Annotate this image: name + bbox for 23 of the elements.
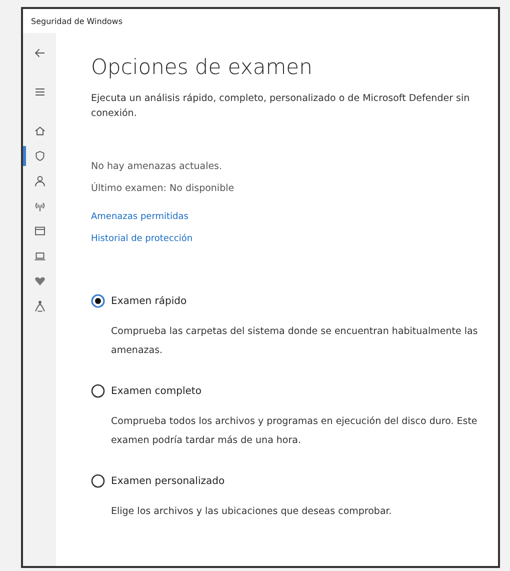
person-icon (34, 175, 46, 187)
status-text: Último examen: No disponible (91, 181, 236, 196)
heart-icon (34, 275, 46, 287)
radio-button[interactable]: Examen rápido (91, 294, 482, 308)
menu-icon (34, 86, 46, 98)
radio-button[interactable]: Examen completo (91, 384, 482, 398)
link[interactable]: Historial de protección (91, 234, 193, 244)
network-icon (34, 200, 46, 212)
option-description: Elige los archivos y las ubicaciones que deseas comprobar. (111, 505, 393, 519)
back-icon (34, 47, 46, 59)
window-icon (34, 225, 46, 237)
shield-icon (34, 150, 46, 162)
family-icon (34, 300, 46, 312)
laptop-icon (34, 250, 46, 262)
window-title: Seguridad de Windows (31, 16, 123, 26)
status-text: No hay amenazas actuales. (91, 160, 224, 174)
link[interactable]: Amenazas permitidas (91, 212, 188, 222)
radio-button[interactable]: Examen personalizado (91, 474, 482, 488)
page-description: Ejecuta un análisis rápido, completo, personalizado o de Microsoft Defender sin conexión. (91, 92, 471, 121)
page-title: Opciones de examen (91, 55, 314, 79)
option-description: Comprueba todos los archivos y programas en ejecución del disco duro. Este examen podría tardar más de una hora. (111, 415, 478, 448)
option-description: Comprueba las carpetas del sistema donde se encuentran habitualmente las amenazas. (111, 325, 479, 358)
home-icon (34, 125, 46, 137)
